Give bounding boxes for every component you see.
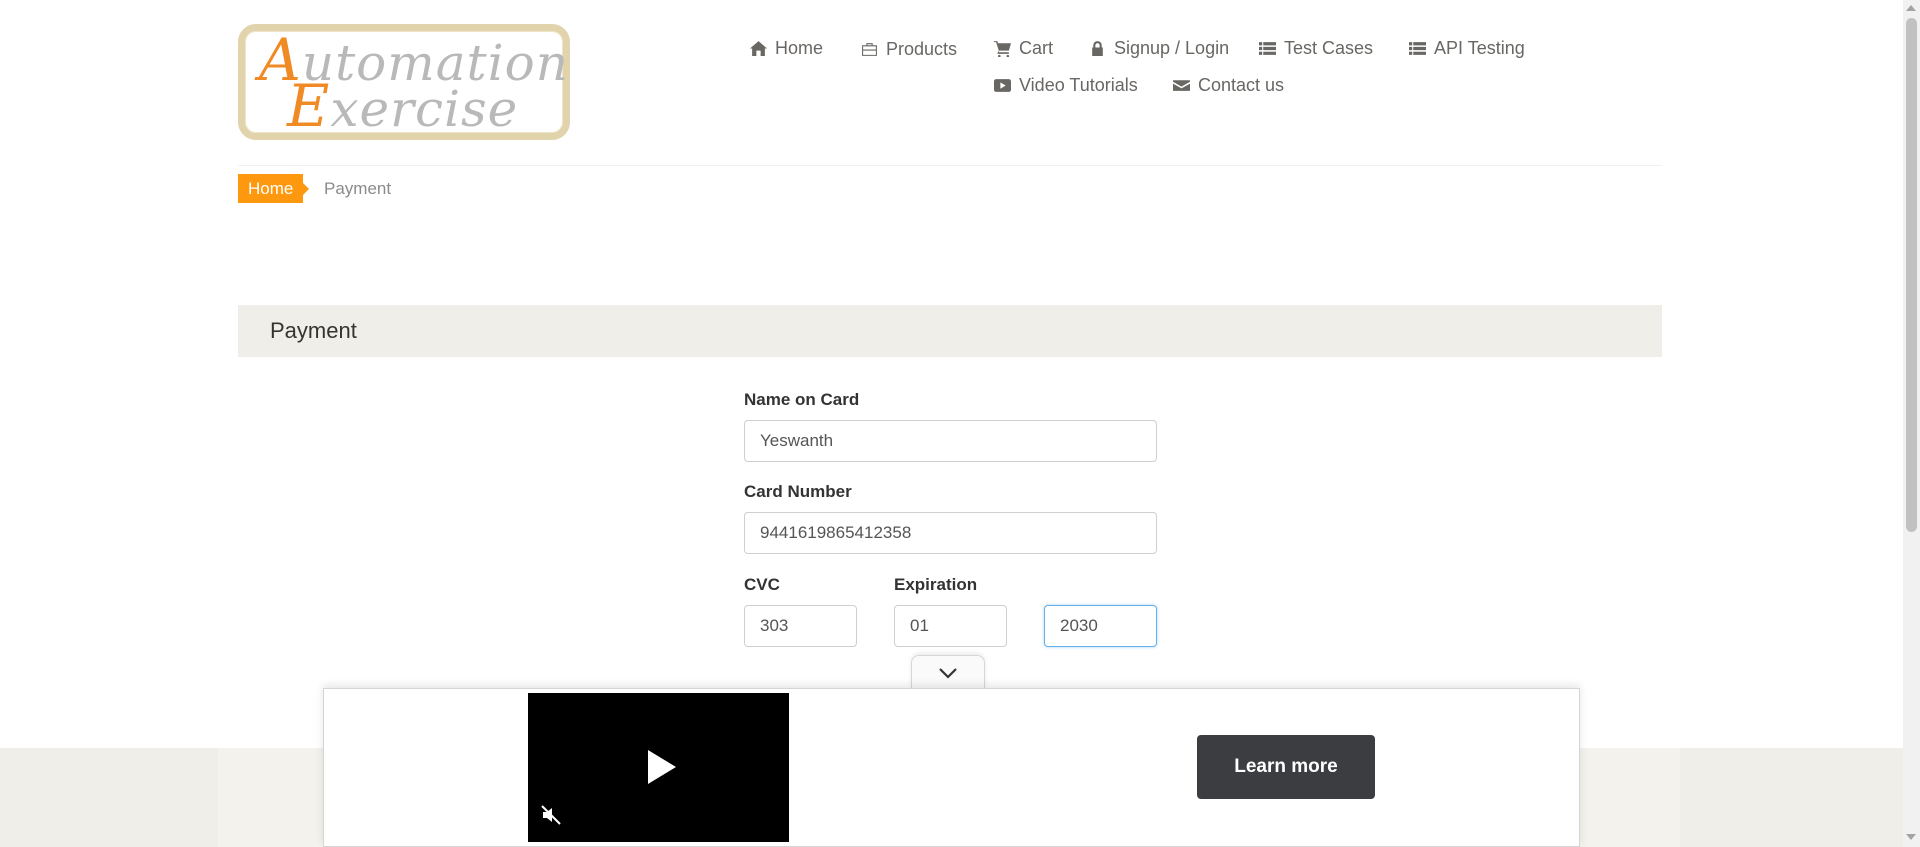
name-on-card-label: Name on Card (744, 390, 860, 409)
youtube-play-icon (994, 79, 1011, 92)
cvc-input[interactable] (744, 605, 857, 647)
lock-icon (1092, 41, 1103, 56)
page-title: Payment (238, 305, 1662, 357)
nav-products[interactable]: Products (861, 39, 957, 60)
ad-collapse-button[interactable] (911, 655, 985, 689)
name-on-card-input[interactable] (744, 420, 1157, 462)
nav-video-tutorials[interactable]: Video Tutorials (994, 75, 1138, 96)
list-icon (1409, 42, 1426, 55)
cvc-label: CVC (744, 575, 780, 594)
mute-icon[interactable] (540, 804, 562, 826)
card-number-input[interactable] (744, 512, 1157, 554)
site-logo[interactable]: Automation Exercise (238, 24, 570, 140)
expiration-label: Expiration (894, 575, 978, 594)
ad-panel (323, 688, 1580, 847)
play-icon[interactable] (648, 750, 676, 784)
home-icon (750, 41, 767, 56)
nav-test-cases[interactable]: Test Cases (1259, 38, 1373, 59)
list-icon (1259, 42, 1276, 55)
card-number-label: Card Number (744, 482, 852, 501)
scroll-down-icon[interactable] (1906, 834, 1916, 840)
learn-more-button[interactable]: Learn more (1197, 735, 1375, 799)
nav-signup-login[interactable]: Signup / Login (1089, 38, 1229, 59)
scrollbar-thumb[interactable] (1906, 18, 1917, 532)
header-divider (238, 165, 1662, 166)
scroll-up-icon[interactable] (1906, 5, 1916, 11)
chevron-down-icon (939, 667, 957, 679)
nav-home[interactable]: Home (750, 38, 823, 59)
breadcrumb-home[interactable]: Home (238, 174, 310, 203)
cart-icon (994, 41, 1011, 57)
envelope-icon (1173, 80, 1190, 91)
nav-cart[interactable]: Cart (994, 38, 1053, 59)
breadcrumb-current: Payment (324, 179, 392, 198)
expiration-year-input[interactable] (1044, 605, 1157, 647)
nav-contact-us[interactable]: Contact us (1173, 75, 1284, 96)
briefcase-icon (862, 43, 877, 56)
expiration-month-input[interactable] (894, 605, 1007, 647)
nav-api-testing[interactable]: API Testing (1409, 38, 1525, 59)
